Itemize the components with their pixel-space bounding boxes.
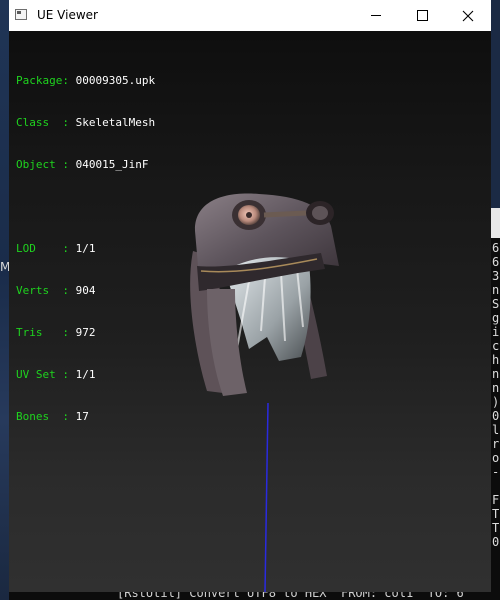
console-char: - — [492, 465, 500, 479]
mesh-render — [190, 193, 339, 592]
console-char: S — [492, 297, 500, 311]
console-char: T — [492, 507, 500, 521]
minimize-button[interactable] — [353, 0, 399, 31]
console-char: h — [492, 353, 500, 367]
close-icon — [462, 10, 474, 21]
console-char: r — [492, 437, 500, 451]
console-char — [492, 479, 500, 493]
console-char: l — [492, 423, 500, 437]
console-char: 0 — [492, 409, 500, 423]
close-button[interactable] — [445, 0, 491, 31]
minimize-icon — [371, 15, 381, 16]
console-char: n — [492, 381, 500, 395]
console-char: o — [492, 451, 500, 465]
app-window-icon — [15, 9, 27, 20]
console-char: F — [492, 493, 500, 507]
maximize-button[interactable] — [399, 0, 445, 31]
window-title: UE Viewer — [37, 8, 98, 22]
console-char: T — [492, 521, 500, 535]
title-bar[interactable]: UE Viewer — [9, 0, 491, 31]
console-char: 3 — [492, 269, 500, 283]
console-char: i — [492, 325, 500, 339]
background-console-right: 6 6 3 n Sg i c h n n) 0 l r o - F T T 0 — [491, 208, 500, 600]
maximize-icon — [416, 10, 428, 21]
console-char: 6 — [492, 255, 500, 269]
console-char: c — [492, 339, 500, 353]
3d-viewport[interactable]: Package: 00009305.upk Class : SkeletalMe… — [9, 31, 491, 592]
ue-viewer-window[interactable]: UE Viewer Package: 00009305.upk Class : … — [9, 0, 491, 592]
console-char: n — [492, 367, 500, 381]
console-char: 0 — [492, 535, 500, 549]
background-console-text: 6 6 3 n Sg i c h n n) 0 l r o - F T T 0 — [492, 241, 500, 549]
console-char: g — [492, 311, 500, 325]
background-console-scroll-area — [491, 208, 500, 238]
console-char: 6 — [492, 241, 500, 255]
desktop-background-left: M — [0, 0, 10, 600]
bone-axis-line — [264, 402, 269, 592]
console-char: n — [492, 283, 500, 297]
leather-cap-mesh — [190, 193, 339, 396]
console-char: ) — [492, 395, 500, 409]
